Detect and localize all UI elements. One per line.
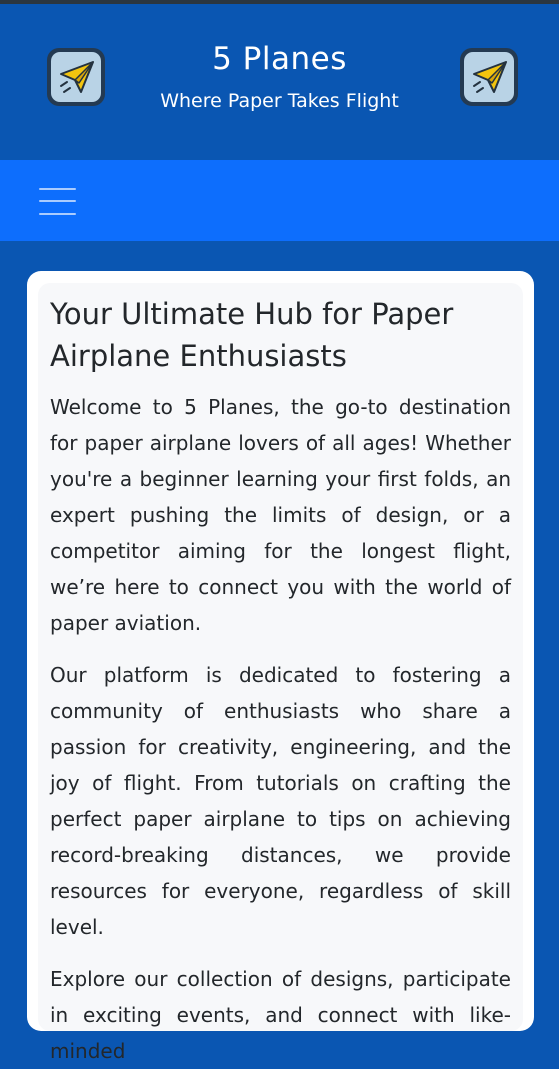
content-card: Your Ultimate Hub for Paper Airplane Ent… — [27, 271, 534, 1063]
explore-paragraph: Explore our collection of designs, parti… — [50, 967, 511, 1063]
page-heading: Your Ultimate Hub for Paper Airplane Ent… — [50, 297, 454, 373]
hamburger-menu-icon[interactable] — [39, 185, 76, 216]
content-card-body: Your Ultimate Hub for Paper Airplane Ent… — [38, 283, 523, 1063]
paper-plane-icon — [464, 52, 514, 102]
intro-paragraph: Welcome to 5 Planes, the go-to destinati… — [50, 395, 511, 635]
navbar — [0, 160, 559, 241]
site-header: 5 Planes Where Paper Takes Flight — [0, 4, 559, 160]
logo-right[interactable] — [460, 48, 518, 106]
platform-paragraph: Our platform is dedicated to fostering a… — [50, 663, 511, 939]
